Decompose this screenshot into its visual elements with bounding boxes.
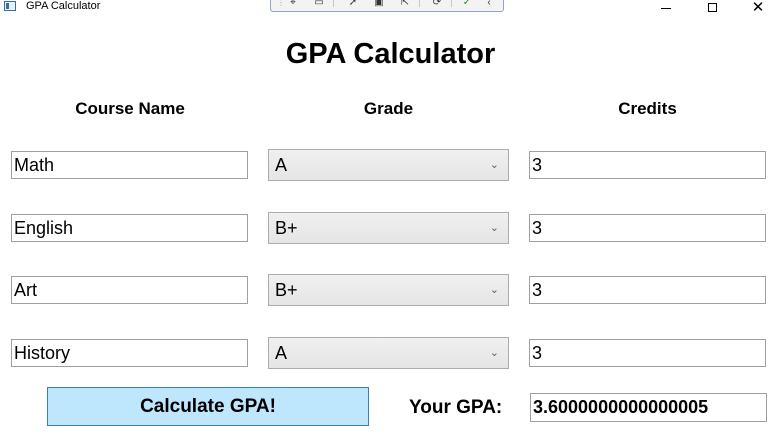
course-name-input[interactable]: English [11,214,248,242]
credits-input[interactable]: 3 [529,339,766,367]
grade-header: Grade [363,99,414,118]
grade-select[interactable]: A ⌄ [268,149,509,181]
grade-select-value: B+ [275,280,298,300]
track-focus-icon[interactable]: ⇱ [397,0,413,8]
grade-select[interactable]: A ⌄ [268,337,509,369]
gpa-result-field[interactable]: 3.6000000000000005 [530,393,767,422]
chevron-down-icon: ⌄ [489,159,499,171]
page-title: GPA Calculator [285,38,496,70]
grade-select-value: B+ [275,218,298,238]
close-icon: ✕ [751,0,765,16]
title-bar[interactable]: GPA Calculator ⋮ ⌖ ▭ ➚ ▣ ⇱ ⟳ ✓ ‹ ✕ [0,0,781,16]
chevron-down-icon: ⌄ [489,222,499,234]
chevron-down-icon: ⌄ [489,347,499,359]
credits-input[interactable]: 3 [529,276,766,304]
gpa-label: Your GPA: [409,397,503,418]
debug-toolbar: ⋮ ⌖ ▭ ➚ ▣ ⇱ ⟳ ✓ ‹ [270,0,504,12]
grade-select-value: A [275,343,288,363]
check-icon[interactable]: ✓ [459,0,475,8]
grade-select[interactable]: B+ ⌄ [268,274,509,306]
minimize-icon [661,7,671,9]
select-element-icon[interactable]: ⌖ [285,0,301,8]
pointer-select-icon[interactable]: ➚ [345,0,361,8]
maximize-icon [707,2,717,12]
layout-adorner-icon[interactable]: ▣ [371,0,387,8]
maximize-button[interactable] [689,0,735,14]
chevron-down-icon: ⌄ [489,284,499,296]
camera-icon[interactable]: ▭ [311,0,327,8]
collapse-icon[interactable]: ‹ [481,0,497,8]
course-name-input[interactable]: History [11,339,248,367]
course-name-header: Course Name [75,99,185,118]
grade-select[interactable]: B+ ⌄ [268,212,509,244]
app-icon [4,1,16,11]
minimize-button[interactable] [643,0,689,14]
course-name-input[interactable]: Math [11,151,248,179]
calculate-gpa-button[interactable]: Calculate GPA! [47,387,369,426]
grade-select-value: A [275,155,288,175]
close-button[interactable]: ✕ [735,0,781,16]
credits-header: Credits [618,99,677,118]
course-name-input[interactable]: Art [11,276,248,304]
window-title: GPA Calculator [26,0,101,12]
credits-input[interactable]: 3 [529,151,766,179]
credits-input[interactable]: 3 [529,214,766,242]
hot-reload-icon[interactable]: ⟳ [429,0,445,8]
